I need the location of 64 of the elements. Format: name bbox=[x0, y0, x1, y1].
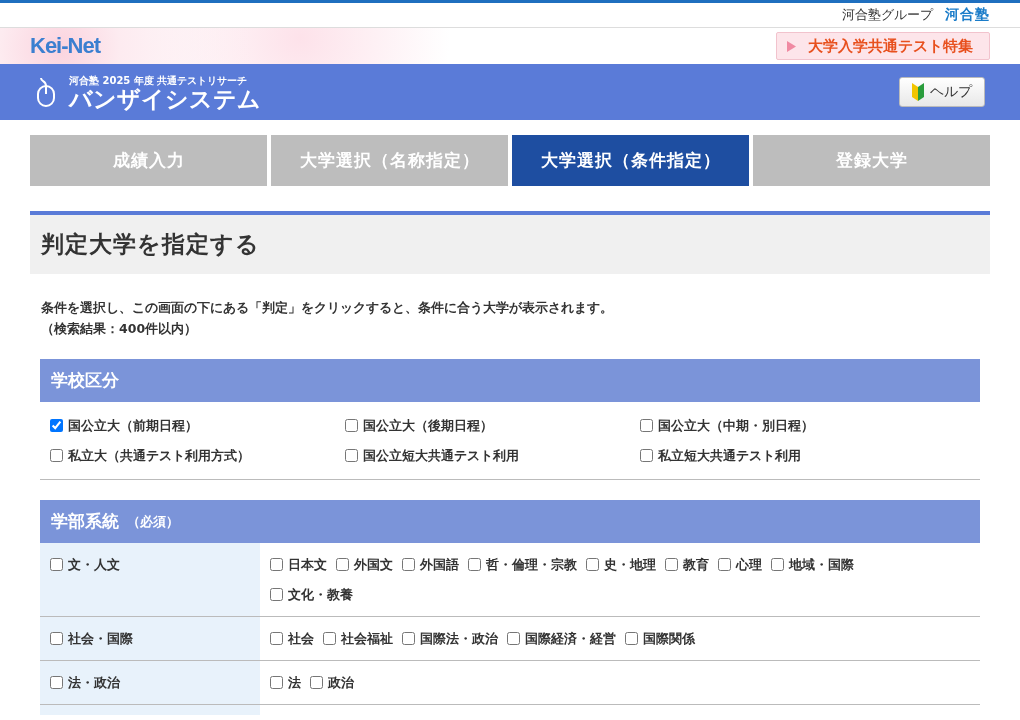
nav-tab[interactable]: 大学選択（条件指定） bbox=[512, 135, 749, 186]
checkbox-option[interactable]: 文・人文 bbox=[50, 554, 120, 575]
checkbox[interactable] bbox=[665, 558, 678, 571]
checkbox[interactable] bbox=[270, 558, 283, 571]
checkbox[interactable] bbox=[323, 632, 336, 645]
checkbox[interactable] bbox=[402, 558, 415, 571]
checkbox[interactable] bbox=[402, 632, 415, 645]
checkbox-option[interactable]: 地域・国際 bbox=[771, 554, 854, 575]
checkbox-option[interactable]: 外国語 bbox=[402, 554, 459, 575]
checkbox-option[interactable]: 史・地理 bbox=[586, 554, 656, 575]
beginner-mark-icon bbox=[912, 83, 924, 101]
checkbox[interactable] bbox=[310, 676, 323, 689]
checkbox[interactable] bbox=[336, 558, 349, 571]
checkbox[interactable] bbox=[345, 419, 358, 432]
checkbox-option[interactable]: 教育 bbox=[665, 554, 709, 575]
checkbox-option[interactable]: 文化・教養 bbox=[270, 584, 353, 605]
checkbox[interactable] bbox=[50, 632, 63, 645]
checkbox-option[interactable]: 社会・国際 bbox=[50, 628, 133, 649]
checkbox[interactable] bbox=[270, 632, 283, 645]
help-button[interactable]: ヘルプ bbox=[899, 77, 985, 107]
checkbox-option[interactable]: 私立短大共通テスト利用 bbox=[640, 445, 801, 466]
checkbox-option[interactable]: 心理 bbox=[718, 554, 762, 575]
checkbox[interactable] bbox=[640, 449, 653, 462]
checkbox-option[interactable]: 国公立大（前期日程） bbox=[50, 415, 198, 436]
checkbox-option[interactable]: 国公立短大共通テスト利用 bbox=[345, 445, 519, 466]
checkbox[interactable] bbox=[468, 558, 481, 571]
section-title: 学校区分 bbox=[51, 369, 119, 392]
page-title: 判定大学を指定する bbox=[41, 230, 260, 259]
checkbox[interactable] bbox=[50, 419, 63, 432]
checkbox-option[interactable]: 国際経済・経営 bbox=[507, 628, 616, 649]
group-logo[interactable]: 河合塾 bbox=[945, 6, 990, 24]
checkbox-option[interactable]: 社会福祉 bbox=[323, 628, 393, 649]
checkbox[interactable] bbox=[50, 558, 63, 571]
checkbox[interactable] bbox=[345, 449, 358, 462]
checkbox-option[interactable]: 外国文 bbox=[336, 554, 393, 575]
checkbox-option[interactable]: 政治 bbox=[310, 672, 354, 693]
instruction-text: 条件を選択し、この画面の下にある「判定」をクリックすると、条件に合う大学が表示されます。 bbox=[41, 299, 614, 317]
group-label: 河合塾グループ bbox=[842, 6, 933, 24]
checkbox-option[interactable]: 国際法・政治 bbox=[402, 628, 498, 649]
required-label: （必須） bbox=[127, 512, 179, 531]
checkbox-option[interactable]: 哲・倫理・宗教 bbox=[468, 554, 577, 575]
checkbox[interactable] bbox=[270, 588, 283, 601]
checkbox-option[interactable]: 私立大（共通テスト利用方式） bbox=[50, 445, 250, 466]
app-subtitle: 河合塾 2025 年度 共通テストリサーチ bbox=[69, 73, 249, 88]
checkbox-option[interactable]: 法 bbox=[270, 672, 301, 693]
checkbox[interactable] bbox=[270, 676, 283, 689]
checkbox[interactable] bbox=[640, 419, 653, 432]
instruction-text: （検索結果：400件以内） bbox=[41, 320, 199, 338]
checkbox-option[interactable]: 国際関係 bbox=[625, 628, 695, 649]
checkbox-option[interactable]: 法・政治 bbox=[50, 672, 120, 693]
section-title: 学部系統 bbox=[51, 510, 119, 533]
app-title: バンザイシステム bbox=[69, 87, 261, 111]
checkbox-option[interactable]: 国公立大（中期・別日程） bbox=[640, 415, 814, 436]
checkbox-option[interactable]: 社会 bbox=[270, 628, 314, 649]
checkbox[interactable] bbox=[771, 558, 784, 571]
checkbox-option[interactable]: 国公立大（後期日程） bbox=[345, 415, 493, 436]
checkbox[interactable] bbox=[718, 558, 731, 571]
checkbox[interactable] bbox=[586, 558, 599, 571]
triangle-icon bbox=[787, 40, 796, 52]
checkbox[interactable] bbox=[507, 632, 520, 645]
checkbox[interactable] bbox=[50, 676, 63, 689]
checkbox-option[interactable]: 日本文 bbox=[270, 554, 327, 575]
checkbox[interactable] bbox=[50, 449, 63, 462]
checkbox[interactable] bbox=[625, 632, 638, 645]
